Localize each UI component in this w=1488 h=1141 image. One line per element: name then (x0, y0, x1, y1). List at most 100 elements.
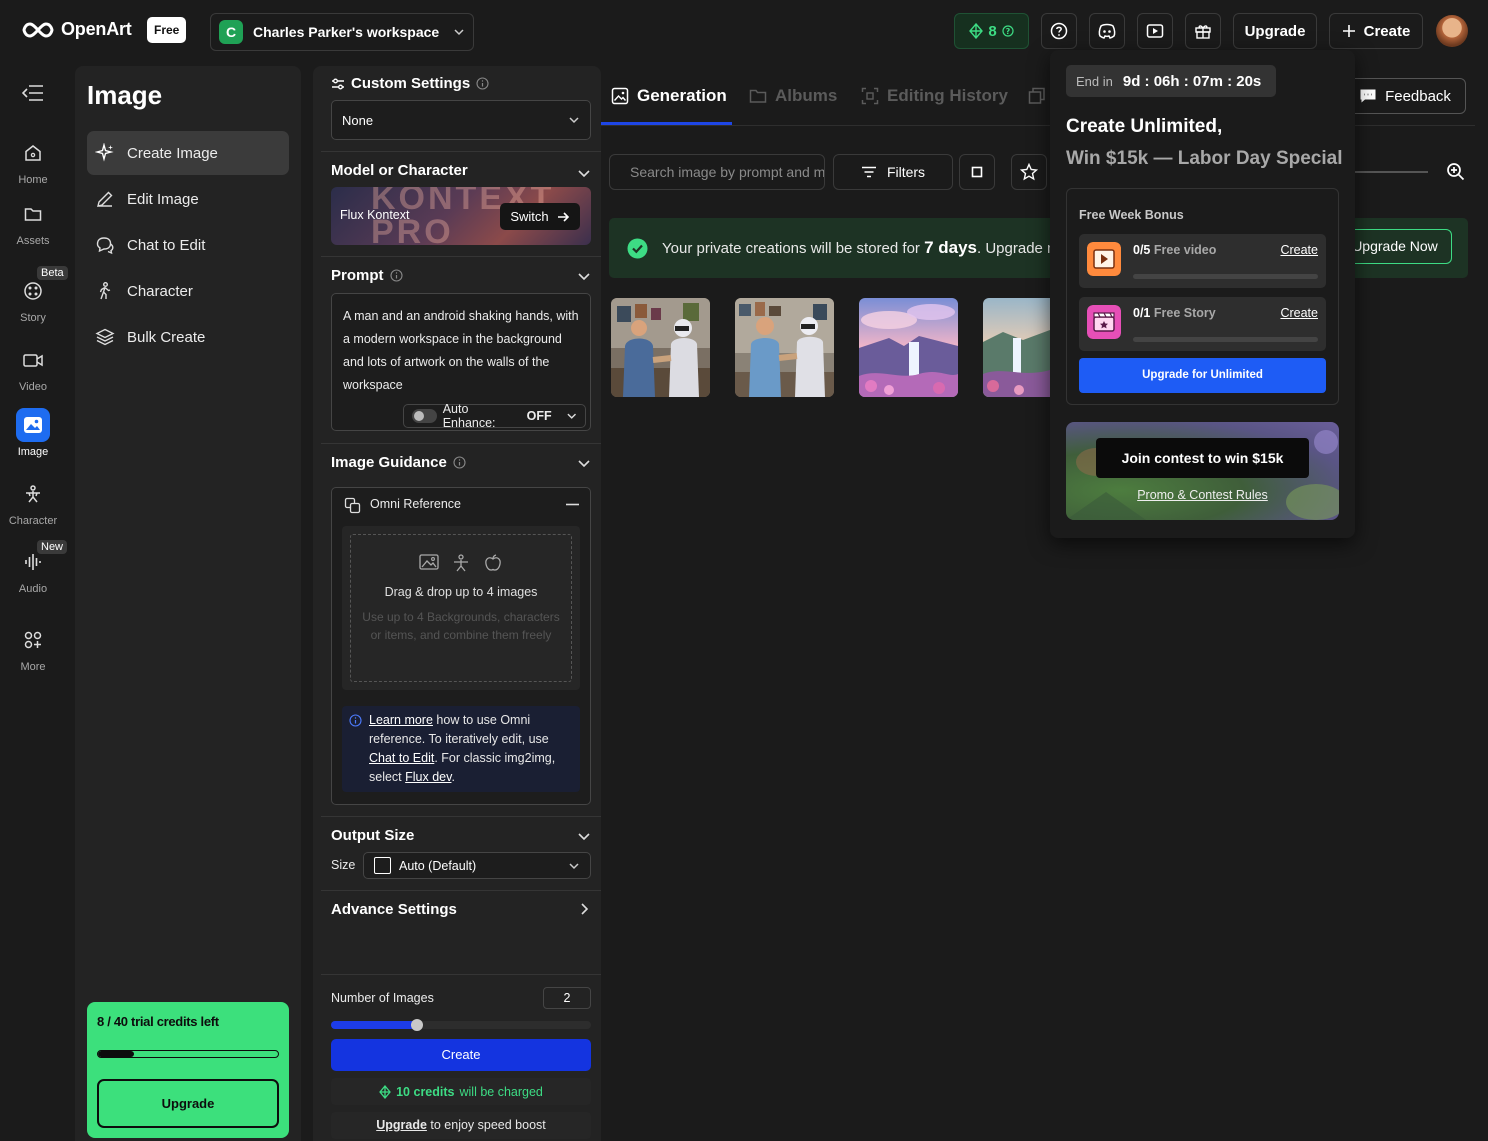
num-images-slider[interactable] (331, 1019, 591, 1031)
chat-icon (96, 237, 114, 255)
slider-thumb[interactable] (410, 1019, 423, 1031)
generated-image-thumbnail[interactable] (735, 298, 834, 397)
contest-rules-link[interactable]: Promo & Contest Rules (1066, 488, 1339, 502)
chevron-down-icon[interactable] (577, 269, 591, 283)
bonus-create-video-link[interactable]: Create (1280, 243, 1318, 257)
prompt-header[interactable]: Prompt (331, 267, 403, 284)
chevron-down-icon[interactable] (577, 166, 591, 180)
waterfall-image (859, 298, 958, 397)
settings-panel: Custom Settings None Model or Character … (313, 66, 601, 1141)
credits-counter[interactable]: 8 ? (954, 13, 1029, 49)
rail-item-character[interactable]: Character (0, 477, 66, 527)
bonus-row-story: 0/1 Free Story Create (1079, 297, 1326, 351)
model-card[interactable]: KONTEXT PRO Flux Kontext Switch (331, 187, 591, 245)
switch-label: Switch (510, 209, 549, 224)
rail-label-video: Video (19, 381, 47, 393)
collapse-minus-icon[interactable] (566, 503, 579, 506)
tab-label: Albums (775, 86, 838, 105)
openart-logo[interactable]: OpenArt (22, 19, 132, 40)
prompt-text[interactable]: A man and an android shaking hands, with… (343, 305, 579, 397)
chevron-down-icon (569, 117, 579, 124)
generated-image-thumbnail[interactable] (983, 298, 1050, 397)
speed-boost-text: to enjoy speed boost (426, 1118, 546, 1132)
workspace-name: Charles Parker's workspace (253, 24, 440, 40)
video-tutorial-button[interactable] (1137, 13, 1173, 49)
workspace-selector[interactable]: C Charles Parker's workspace (210, 13, 474, 51)
zoom-slider[interactable] (1352, 171, 1428, 173)
upgrade-now-button[interactable]: Upgrade Now (1338, 229, 1452, 264)
drop-target[interactable]: Drag & drop up to 4 images Use up to 4 B… (350, 534, 572, 682)
menu-edit-image[interactable]: Edit Image (87, 177, 289, 221)
chevron-down-icon[interactable] (577, 456, 591, 470)
menu-bulk-create[interactable]: Bulk Create (87, 315, 289, 359)
help-button[interactable] (1041, 13, 1077, 49)
feedback-button[interactable]: Feedback (1344, 78, 1466, 114)
output-size-header[interactable]: Output Size (331, 827, 414, 844)
contest-card[interactable]: Join contest to win $15k Promo & Contest… (1066, 422, 1339, 520)
copy-frame-icon[interactable] (1028, 87, 1046, 105)
filter-lines-icon (861, 166, 876, 178)
image-side-panel: Image Create Image Edit Image Chat to Ed… (75, 66, 301, 1141)
menu-label: Chat to Edit (127, 236, 206, 254)
folder-icon (749, 89, 767, 103)
drop-subtitle: Use up to 4 Backgrounds, characters or i… (362, 610, 560, 642)
tab-generation[interactable]: Generation (611, 86, 727, 106)
chevron-down-icon[interactable] (577, 829, 591, 843)
size-select[interactable]: Auto (Default) (363, 852, 591, 879)
tab-albums[interactable]: Albums (749, 86, 837, 106)
upgrade-link[interactable]: Upgrade (376, 1118, 427, 1132)
flux-dev-link[interactable]: Flux dev (405, 770, 451, 784)
select-mode-button[interactable] (959, 154, 995, 190)
advance-settings-header[interactable]: Advance Settings (331, 901, 457, 918)
rail-item-story[interactable]: Story (0, 274, 66, 324)
custom-settings-select[interactable]: None (331, 100, 591, 140)
search-input[interactable]: Search image by prompt and more (609, 154, 825, 190)
join-contest-button[interactable]: Join contest to win $15k (1096, 438, 1309, 478)
upgrade-button[interactable]: Upgrade (1233, 13, 1317, 49)
nav-rail: Home Assets Story Beta Video Image Chara… (0, 64, 68, 1141)
image-drop-zone[interactable]: Drag & drop up to 4 images Use up to 4 B… (342, 526, 580, 690)
rail-item-image[interactable]: Image (0, 408, 66, 458)
menu-character[interactable]: Character (87, 269, 289, 313)
create-image-button[interactable]: Create (331, 1039, 591, 1071)
favorites-button[interactable] (1011, 154, 1047, 190)
rail-item-video[interactable]: Video (0, 343, 66, 393)
audio-wave-icon (25, 554, 41, 570)
aspect-square-icon (374, 857, 391, 874)
divider (321, 816, 601, 817)
switch-model-button[interactable]: Switch (500, 203, 580, 230)
trial-credits-text: 8 / 40 trial credits left (97, 1014, 219, 1029)
rail-item-more[interactable]: More (0, 623, 66, 673)
model-header[interactable]: Model or Character (331, 162, 468, 179)
rail-item-assets[interactable]: Assets (0, 197, 66, 247)
chat-to-edit-link[interactable]: Chat to Edit (369, 751, 434, 765)
filters-button[interactable]: Filters (833, 154, 953, 190)
banner-prefix: Your private creations will be stored fo… (662, 240, 925, 257)
menu-chat-to-edit[interactable]: Chat to Edit (87, 223, 289, 267)
generated-image-thumbnail[interactable] (611, 298, 710, 397)
collapse-menu-button[interactable] (22, 84, 44, 102)
bonus-label-story: 0/1 Free Story (1133, 306, 1216, 320)
rail-item-home[interactable]: Home (0, 136, 66, 186)
chevron-right-icon[interactable] (577, 902, 591, 916)
user-avatar[interactable] (1436, 15, 1468, 47)
gift-button[interactable] (1185, 13, 1221, 49)
upgrade-for-unlimited-button[interactable]: Upgrade for Unlimited (1079, 358, 1326, 393)
tab-editing-history[interactable]: Editing History (861, 86, 1008, 106)
auto-enhance-toggle[interactable]: Auto Enhance: OFF (403, 402, 586, 430)
star-icon (1020, 163, 1038, 181)
zoom-in-icon[interactable] (1446, 162, 1465, 181)
trial-upgrade-button[interactable]: Upgrade (97, 1079, 279, 1128)
num-images-input[interactable]: 2 (543, 987, 591, 1009)
learn-more-link[interactable]: Learn more (369, 713, 433, 727)
guidance-header[interactable]: Image Guidance (331, 454, 466, 471)
prompt-input[interactable]: A man and an android shaking hands, with… (331, 293, 591, 431)
bonus-create-story-link[interactable]: Create (1280, 306, 1318, 320)
discord-button[interactable] (1089, 13, 1125, 49)
menu-create-image[interactable]: Create Image (87, 131, 289, 175)
num-images-label: Number of Images (331, 991, 434, 1005)
divider (321, 443, 601, 444)
toggle-switch[interactable] (412, 409, 437, 423)
create-button[interactable]: Create (1329, 13, 1423, 49)
generated-image-thumbnail[interactable] (859, 298, 958, 397)
